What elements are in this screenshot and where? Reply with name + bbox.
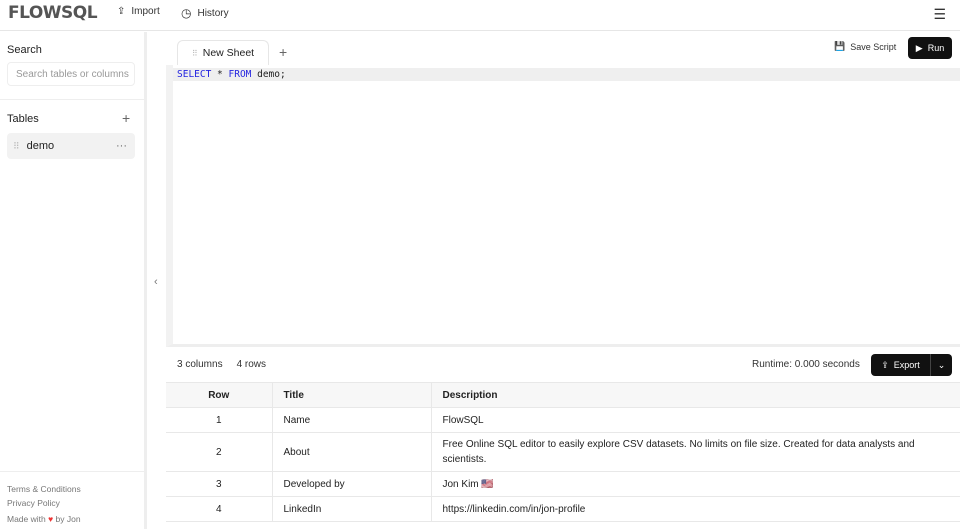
cell: 3 <box>166 471 272 497</box>
export-dropdown-icon[interactable]: ⌄ <box>931 354 952 376</box>
drag-handle-icon: ⠿ <box>191 48 198 58</box>
cell: LinkedIn <box>271 496 431 522</box>
table-header-row: Row Title Description <box>166 382 960 408</box>
run-label: Run <box>927 43 945 53</box>
column-header[interactable]: Description <box>430 382 960 408</box>
cell: Name <box>271 407 431 433</box>
by-label: by Jon <box>55 514 81 524</box>
top-bar: FLOWSQL ⇪ Import ◷ History ☰ <box>0 0 960 31</box>
terms-link[interactable]: Terms & Conditions <box>7 484 81 494</box>
search-input[interactable]: Search tables or columns <box>7 62 135 86</box>
sql-editor[interactable]: SELECT * FROM demo; <box>166 65 960 347</box>
cell: About <box>271 432 431 472</box>
save-label: Save Script <box>850 41 897 52</box>
tab-label: New Sheet <box>202 47 255 59</box>
clock-icon: ◷ <box>181 6 192 20</box>
keyword: FROM <box>228 69 252 80</box>
column-header[interactable]: Title <box>271 382 431 408</box>
table-row: 4 LinkedIn https://linkedin.com/in/jon-pro… <box>166 496 960 522</box>
search-title: Search <box>7 44 42 56</box>
logo: FLOWSQL <box>8 3 98 23</box>
drag-handle-icon[interactable]: ⠿ <box>13 141 20 152</box>
upload-icon: ⇪ <box>881 359 889 370</box>
cell: Jon Kim 🇺🇸 <box>430 471 960 497</box>
history-button[interactable]: ◷ History <box>181 6 229 20</box>
import-button[interactable]: ⇪ Import <box>117 6 160 17</box>
cell: Developed by <box>271 471 431 497</box>
privacy-link[interactable]: Privacy Policy <box>7 498 60 508</box>
heart-icon: ♥ <box>48 514 54 524</box>
divider <box>0 99 147 100</box>
import-label: Import <box>131 6 160 17</box>
tables-title: Tables <box>7 113 39 125</box>
cell: 2 <box>166 432 272 472</box>
column-count: 3 columns <box>177 359 223 370</box>
table-row: 3 Developed by Jon Kim 🇺🇸 <box>166 471 960 497</box>
play-icon: ▶ <box>915 42 923 53</box>
made-with-label: Made with <box>7 514 46 524</box>
made-with-text: Made with ♥ by Jon <box>7 514 81 524</box>
hamburger-menu-icon[interactable]: ☰ <box>933 6 946 23</box>
code: * <box>211 69 229 80</box>
keyword: SELECT <box>177 69 212 80</box>
table-row: 2 About Free Online SQL editor to easily e… <box>166 432 960 472</box>
cell: 1 <box>166 407 272 433</box>
history-label: History <box>197 7 229 19</box>
run-button[interactable]: ▶ Run <box>908 37 952 59</box>
add-table-icon[interactable]: + <box>122 110 130 126</box>
more-options-icon[interactable]: ··· <box>116 140 127 152</box>
table-row: 1 Name FlowSQL <box>166 407 960 433</box>
cell: 4 <box>166 496 272 522</box>
cell: FlowSQL <box>430 407 960 433</box>
table-item-demo[interactable]: ⠿ demo ··· <box>7 133 135 159</box>
save-script-button[interactable]: 💾 Save Script <box>834 41 896 52</box>
cell: https://linkedin.com/in/jon-profile <box>430 496 960 522</box>
upload-icon: ⇪ <box>117 6 126 17</box>
export-label: Export <box>893 360 920 370</box>
runtime: Runtime: 0.000 seconds <box>752 359 860 370</box>
save-icon: 💾 <box>834 41 846 51</box>
tab-new-sheet[interactable]: ⠿ New Sheet <box>177 40 269 65</box>
cell: Free Online SQL editor to easily explore… <box>430 432 960 472</box>
result-summary: 3 columns 4 rows <box>177 359 266 370</box>
export-button[interactable]: ⇪ Export <box>871 354 931 376</box>
code-line: SELECT * FROM demo; <box>173 68 960 81</box>
collapse-sidebar-icon[interactable]: ‹ <box>154 276 158 288</box>
export-button-group: ⇪ Export ⌄ <box>871 354 952 376</box>
sidebar: Search Search tables or columns Tables +… <box>0 32 147 529</box>
row-count: 4 rows <box>236 359 267 370</box>
add-sheet-icon[interactable]: + <box>279 44 287 60</box>
divider <box>0 471 147 472</box>
column-header[interactable]: Row <box>166 382 272 408</box>
results-table: Row Title Description 1 Name FlowSQL 2 Abou… <box>166 382 960 522</box>
code: demo; <box>251 69 286 80</box>
table-name: demo <box>26 140 55 152</box>
